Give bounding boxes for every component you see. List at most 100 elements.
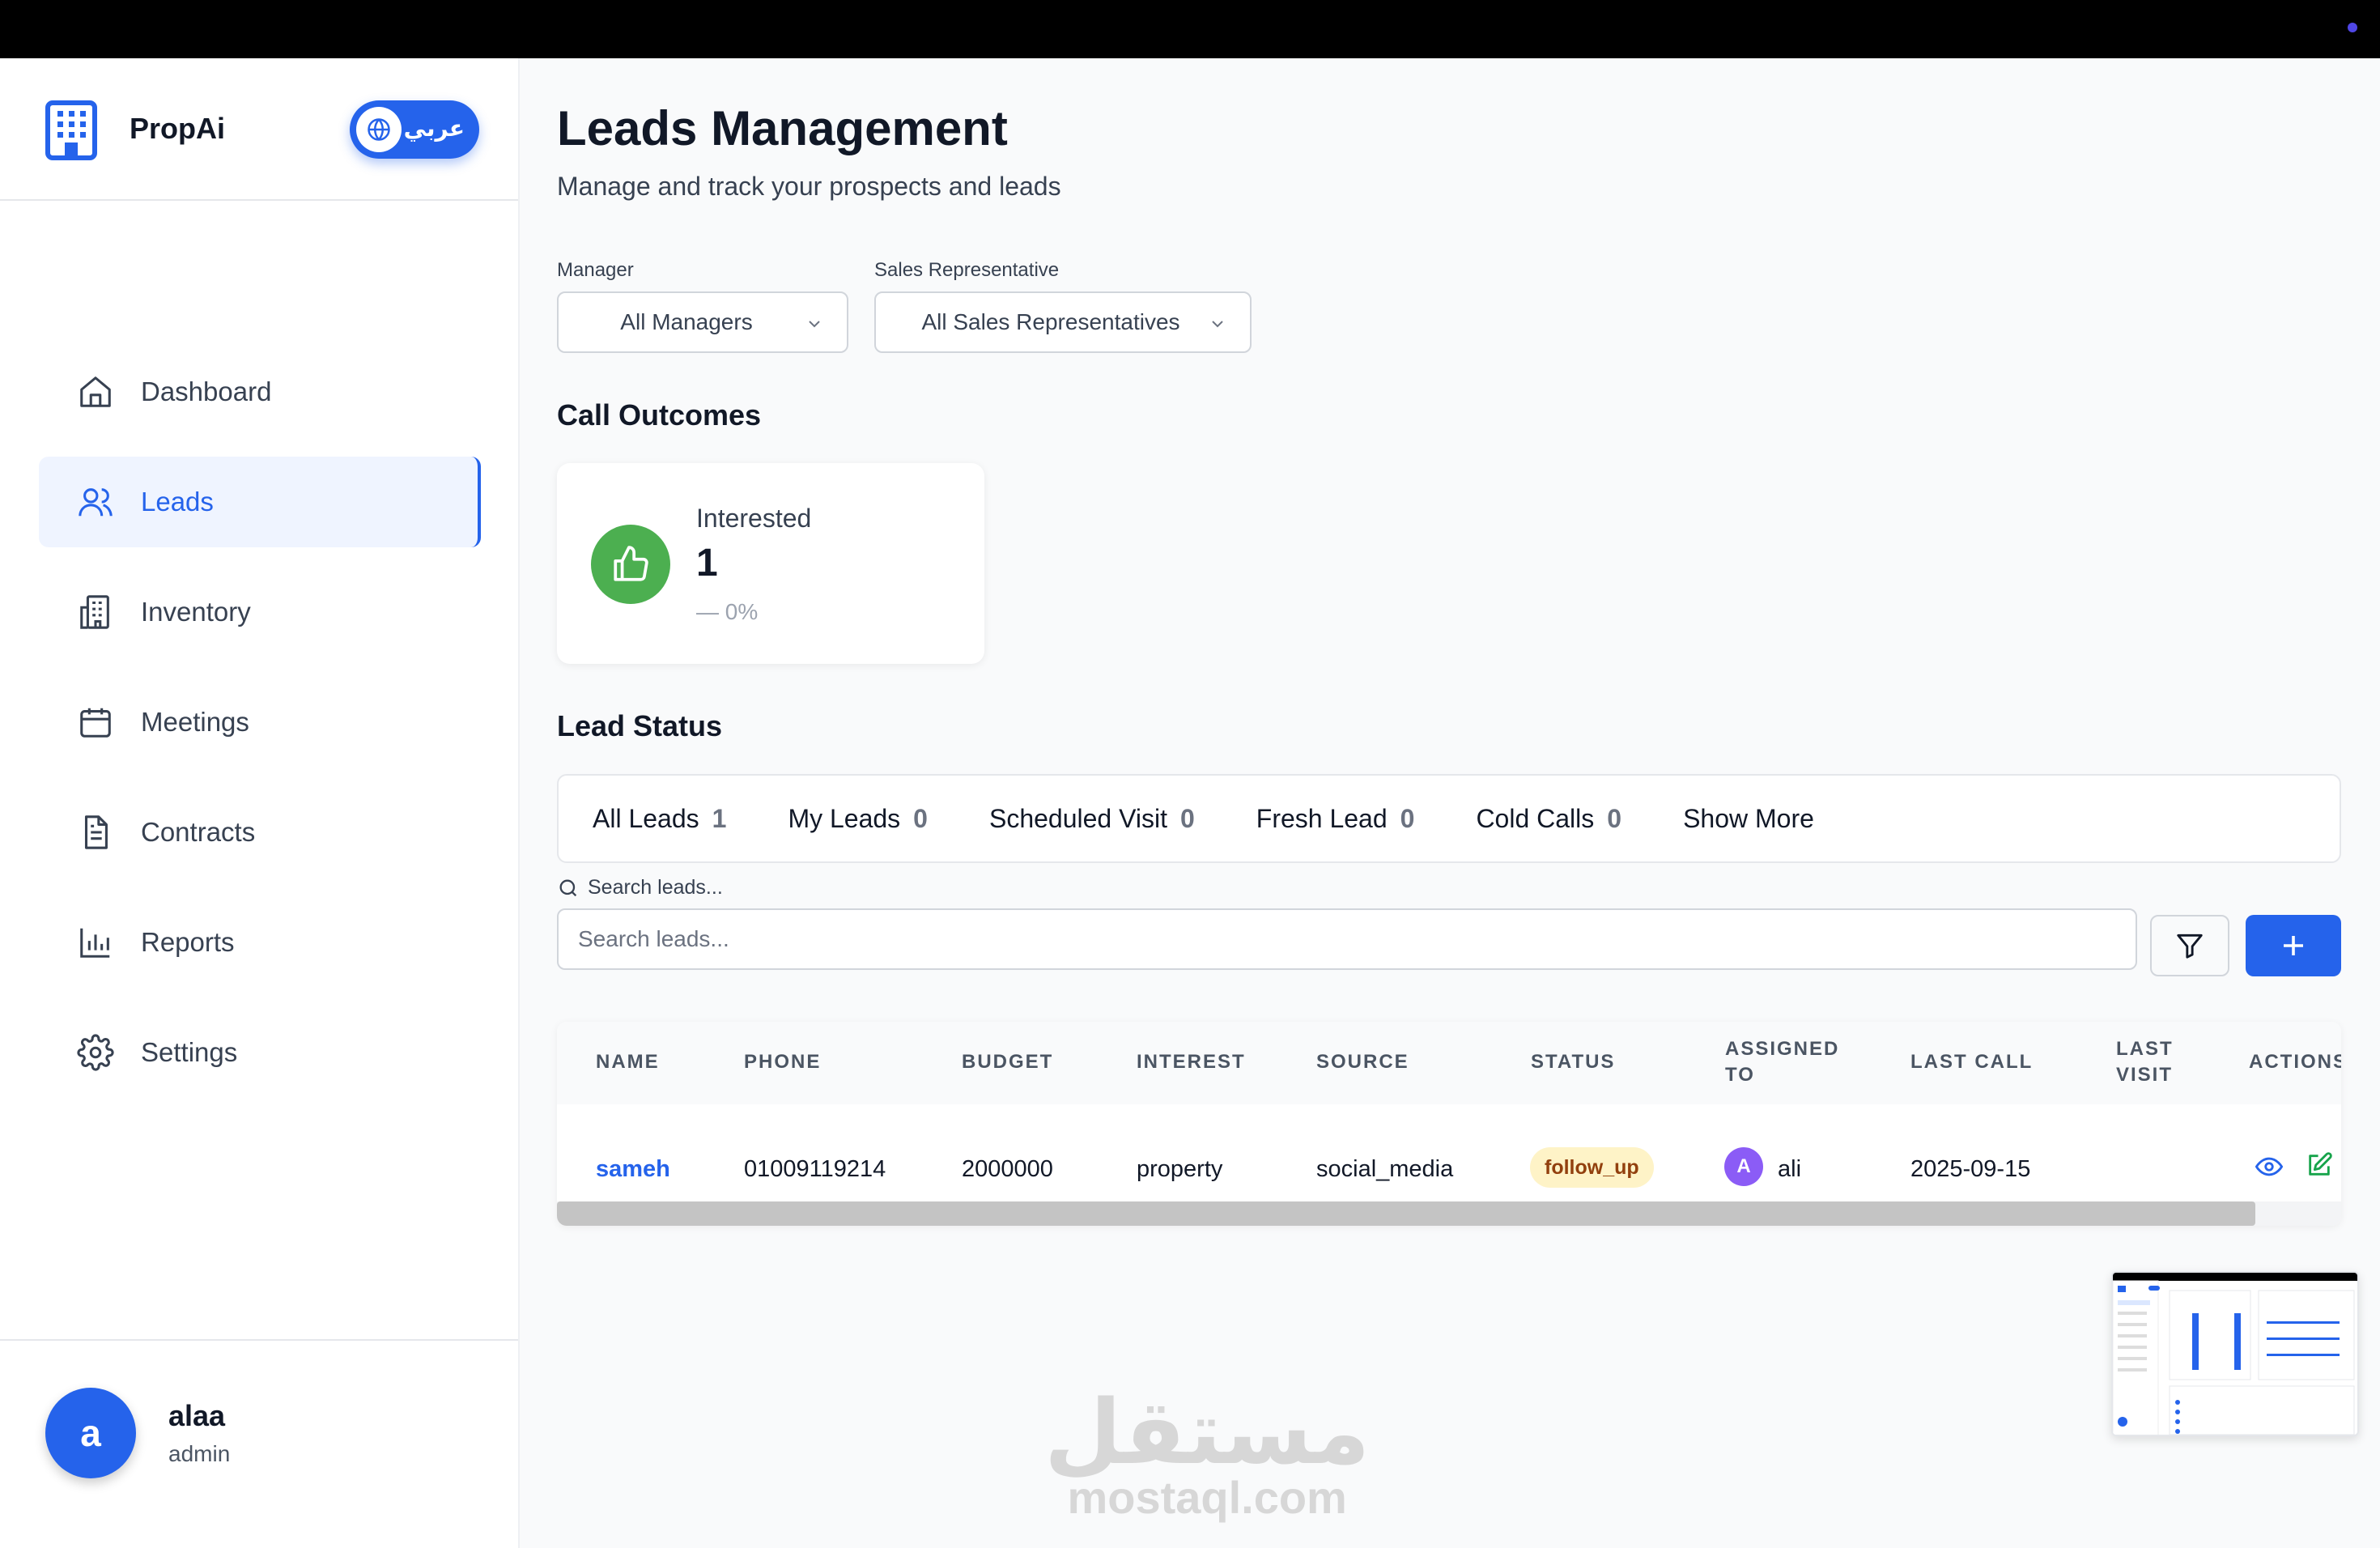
tab-label: All Leads — [593, 803, 699, 833]
avatar: a — [45, 1388, 136, 1478]
page-title: Leads Management — [557, 101, 1008, 155]
thumbs-up-icon — [591, 525, 670, 604]
search-caption: Search leads... — [557, 876, 723, 899]
filter-button[interactable] — [2150, 915, 2229, 976]
globe-icon — [356, 107, 402, 152]
tab-label: Fresh Lead — [1256, 803, 1388, 833]
outcome-card-interested[interactable]: Interested 1 — 0% — [557, 463, 984, 664]
status-dot — [2348, 23, 2357, 32]
outcome-label: Interested — [696, 504, 812, 533]
column-header: INTEREST — [1137, 1051, 1246, 1073]
column-header: ACTIONS — [2249, 1051, 2341, 1073]
tab-count: 0 — [1607, 803, 1622, 833]
user-profile[interactable]: a alaa admin — [0, 1339, 518, 1548]
sales-rep-select-value: All Sales Representatives — [921, 309, 1180, 334]
lead-last-call: 2025-09-15 — [1910, 1156, 2031, 1182]
building-logo-icon — [45, 100, 97, 160]
building-icon — [76, 593, 115, 632]
lead-interest: property — [1137, 1156, 1223, 1182]
lead-budget: 2000000 — [962, 1156, 1053, 1182]
edit-icon[interactable] — [2306, 1151, 2333, 1179]
assignee-avatar: A — [1724, 1147, 1763, 1186]
table-header — [557, 1022, 2341, 1104]
language-toggle[interactable]: عربي — [350, 100, 479, 159]
horizontal-scrollbar[interactable] — [557, 1201, 2255, 1226]
user-name: alaa — [168, 1399, 226, 1432]
tab-count: 0 — [1179, 803, 1195, 833]
column-header: LAST CALL — [1910, 1051, 2034, 1073]
tab-scheduled-visit[interactable]: Scheduled Visit 0 — [989, 804, 1195, 834]
filter-icon — [2177, 933, 2203, 959]
lead-source: social_media — [1316, 1156, 1454, 1182]
manager-filter-label: Manager — [557, 259, 634, 281]
tab-label: Cold Calls — [1476, 803, 1595, 833]
chevron-down-icon — [1212, 321, 1223, 328]
manager-select-value: All Managers — [620, 309, 753, 334]
tab-label: Scheduled Visit — [988, 803, 1167, 833]
column-header: BUDGET — [962, 1051, 1054, 1073]
outcome-change: — 0% — [696, 599, 759, 624]
add-lead-button[interactable] — [2246, 915, 2341, 976]
lead-name-link[interactable]: sameh — [596, 1156, 670, 1183]
sidebar-item-label: Contracts — [141, 817, 256, 847]
brand-header: PropAi عربي — [0, 58, 518, 201]
view-eye-icon[interactable] — [2255, 1153, 2283, 1180]
sales-rep-select[interactable]: All Sales Representatives — [874, 291, 1252, 353]
tab-fresh-lead[interactable]: Fresh Lead 0 — [1256, 804, 1415, 834]
lead-phone: 01009119214 — [744, 1156, 886, 1182]
tab-label: My Leads — [788, 803, 901, 833]
column-header: ASSIGNED TO — [1725, 1038, 1840, 1086]
chevron-down-icon — [809, 321, 820, 328]
tab-label: Show More — [1683, 803, 1814, 833]
sidebar-item-dashboard[interactable]: Dashboard — [39, 347, 481, 437]
sidebar-item-contracts[interactable]: Contracts — [39, 787, 481, 878]
app-name: PropAi — [130, 112, 226, 145]
sidebar-item-label: Inventory — [141, 597, 251, 627]
watermark-arabic: مستقل — [1044, 1383, 1371, 1482]
thumbnail-preview[interactable] — [2111, 1271, 2359, 1436]
lead-status-title: Lead Status — [557, 709, 723, 742]
search-input[interactable] — [557, 908, 2137, 970]
document-icon — [76, 813, 115, 852]
status-badge: follow_up — [1530, 1147, 1654, 1188]
user-role: admin — [168, 1441, 231, 1466]
sidebar-item-label: Meetings — [141, 707, 249, 737]
sidebar-item-reports[interactable]: Reports — [39, 897, 481, 988]
column-header: LAST VISIT — [2116, 1038, 2174, 1086]
column-header: SOURCE — [1316, 1051, 1409, 1073]
tab-count: 0 — [913, 803, 928, 833]
tab-my-leads[interactable]: My Leads 0 — [788, 804, 928, 834]
sidebar-item-label: Settings — [141, 1037, 238, 1067]
sidebar-nav: Dashboard Leads Inventory Meetings Contr… — [39, 347, 481, 1117]
tab-cold-calls[interactable]: Cold Calls 0 — [1476, 804, 1621, 834]
tab-show-more[interactable]: Show More — [1683, 804, 1814, 834]
sidebar-item-meetings[interactable]: Meetings — [39, 677, 481, 768]
page-subtitle: Manage and track your prospects and lead… — [557, 172, 1061, 201]
column-header: NAME — [596, 1051, 660, 1073]
outcome-value: 1 — [696, 542, 718, 585]
sidebar-item-label: Dashboard — [141, 376, 272, 406]
home-icon — [76, 372, 115, 411]
calendar-icon — [76, 703, 115, 742]
sidebar-item-inventory[interactable]: Inventory — [39, 567, 481, 657]
column-header: STATUS — [1531, 1051, 1616, 1073]
sidebar-item-label: Reports — [141, 927, 235, 957]
lead-status-tabs: All Leads 1 My Leads 0 Scheduled Visit 0 Fr… — [557, 774, 2341, 863]
sidebar-item-label: Leads — [141, 487, 214, 517]
users-icon — [76, 483, 115, 521]
lead-assigned-to: ali — [1778, 1156, 1802, 1182]
bar-chart-icon — [76, 923, 115, 962]
tab-all-leads[interactable]: All Leads 1 — [593, 804, 726, 834]
manager-select[interactable]: All Managers — [557, 291, 848, 353]
tab-count: 0 — [1400, 803, 1415, 833]
watermark: مستقل mostaql.com — [1044, 1383, 1371, 1522]
sidebar-item-leads[interactable]: Leads — [39, 457, 481, 547]
search-caption-text: Search leads... — [588, 876, 723, 899]
plus-icon — [2284, 936, 2303, 955]
language-toggle-label: عربي — [403, 116, 465, 141]
tab-count: 1 — [712, 803, 727, 833]
sidebar-item-settings[interactable]: Settings — [39, 1007, 481, 1098]
gear-icon — [76, 1033, 115, 1072]
search-icon — [559, 879, 577, 896]
call-outcomes-title: Call Outcomes — [557, 398, 762, 432]
